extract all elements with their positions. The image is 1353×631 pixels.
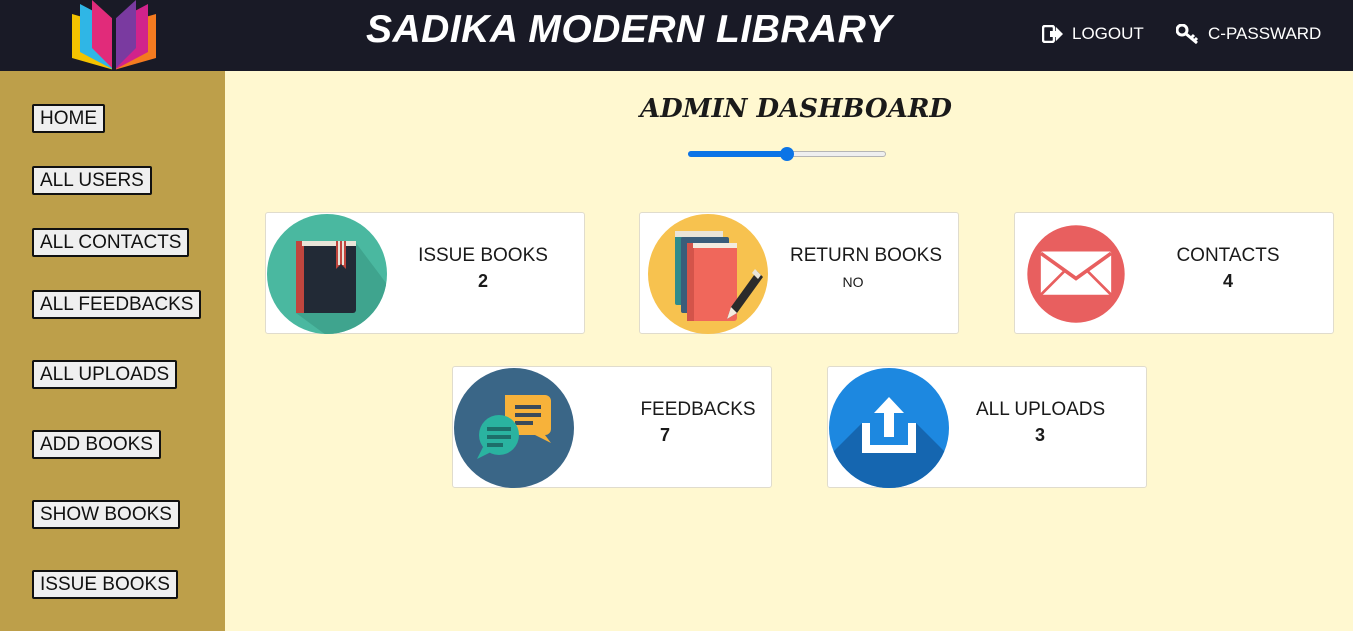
logout-link[interactable]: LOGOUT (1042, 24, 1144, 44)
upload-icon (829, 368, 949, 488)
library-logo-icon (72, 0, 156, 70)
card-label: FEEDBACKS (640, 399, 756, 420)
site-title: SADIKA MODERN LIBRARY (366, 8, 893, 51)
card-value: 7 (659, 425, 670, 445)
top-header: SADIKA MODERN LIBRARY LOGOUT C-PASSWARD (0, 0, 1353, 71)
sidebar-item-issue-books[interactable]: ISSUE BOOKS (32, 570, 178, 599)
change-password-link[interactable]: C-PASSWARD (1176, 24, 1321, 44)
return-books-card[interactable]: RETURN BOOKS NO (639, 212, 959, 334)
slider-fill (688, 151, 787, 157)
sidebar: HOME ALL USERS ALL CONTACTS ALL FEEDBACK… (0, 71, 225, 631)
card-label: CONTACTS (1176, 245, 1280, 266)
sidebar-item-all-contacts[interactable]: ALL CONTACTS (32, 228, 190, 257)
sidebar-item-home[interactable]: HOME (32, 104, 105, 133)
closed-book-icon (267, 214, 387, 334)
card-value: NO (842, 274, 864, 290)
page-title: ADMIN DASHBOARD (640, 94, 952, 124)
feedbacks-card[interactable]: FEEDBACKS 7 (452, 366, 772, 488)
key-icon (1176, 24, 1199, 44)
range-slider[interactable] (688, 147, 886, 161)
sidebar-item-add-books[interactable]: ADD BOOKS (32, 430, 161, 459)
issue-books-card[interactable]: ISSUE BOOKS 2 (265, 212, 585, 334)
card-label: ALL UPLOADS (976, 399, 1106, 420)
chat-bubbles-icon (454, 368, 574, 488)
sidebar-item-all-users[interactable]: ALL USERS (32, 166, 152, 195)
contacts-card[interactable]: CONTACTS 4 (1014, 212, 1334, 334)
books-and-pencil-icon (648, 214, 768, 334)
card-value: 3 (1034, 425, 1045, 445)
card-value: 2 (477, 271, 488, 291)
slider-thumb[interactable] (780, 147, 794, 161)
sidebar-item-all-feedbacks[interactable]: ALL FEEDBACKS (32, 290, 202, 319)
change-password-label: C-PASSWARD (1208, 24, 1322, 43)
sidebar-item-show-books[interactable]: SHOW BOOKS (32, 500, 180, 529)
all-uploads-card[interactable]: ALL UPLOADS 3 (827, 366, 1147, 488)
sign-out-icon (1042, 25, 1063, 43)
logout-label: LOGOUT (1072, 24, 1144, 43)
card-value: 4 (1222, 271, 1233, 291)
sidebar-item-all-uploads[interactable]: ALL UPLOADS (32, 360, 178, 389)
card-label: RETURN BOOKS (790, 245, 943, 266)
envelope-icon (1027, 225, 1125, 323)
card-label: ISSUE BOOKS (418, 245, 548, 266)
